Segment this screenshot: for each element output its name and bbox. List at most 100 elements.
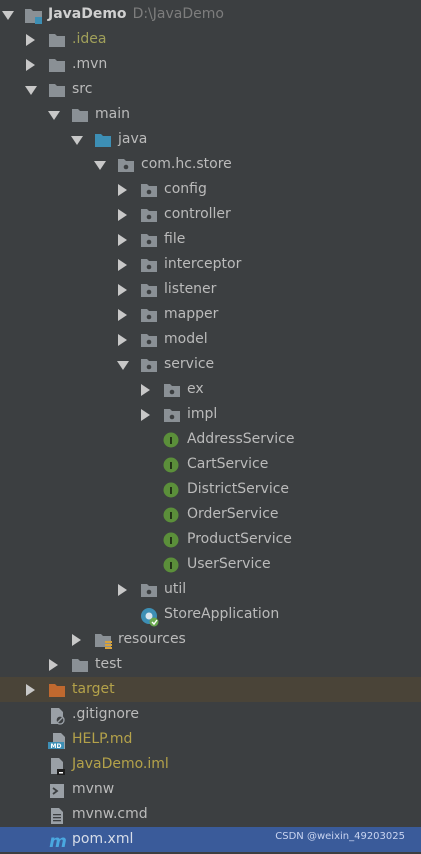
help-file-label: HELP.md [72, 731, 133, 747]
tree-row-controller[interactable]: controller [0, 202, 421, 227]
interface-label: UserService [187, 556, 271, 572]
folder-icon [71, 107, 89, 123]
tree-row-listener[interactable]: listener [0, 277, 421, 302]
chevron-right-icon[interactable] [118, 259, 127, 271]
tree-row-store-application[interactable]: StoreApplication [0, 602, 421, 627]
package-icon [140, 182, 158, 198]
project-name-text: JavaDemo [48, 6, 127, 22]
chevron-right-icon[interactable] [118, 334, 127, 346]
tree-row-interceptor[interactable]: interceptor [0, 252, 421, 277]
tree-row-mvnwcmd[interactable]: mvnw.cmd [0, 802, 421, 827]
chevron-down-icon[interactable] [117, 361, 129, 370]
pom-file-label: pom.xml [72, 831, 134, 847]
tree-row-interface[interactable]: I ProductService [0, 527, 421, 552]
package-icon [140, 332, 158, 348]
package-icon [140, 582, 158, 598]
tree-row-service[interactable]: service [0, 352, 421, 377]
svg-text:m: m [49, 832, 67, 850]
chevron-right-icon[interactable] [118, 234, 127, 246]
impl-package-label: impl [187, 406, 218, 422]
tree-row-interface[interactable]: I CartService [0, 452, 421, 477]
chevron-right-icon[interactable] [72, 634, 81, 646]
mvn-folder-label: .mvn [72, 56, 108, 72]
folder-icon [48, 57, 66, 73]
shell-script-icon [48, 782, 66, 798]
tree-row-interface[interactable]: I OrderService [0, 502, 421, 527]
util-package-label: util [164, 581, 187, 597]
maven-icon: m [48, 832, 67, 852]
package-icon [140, 257, 158, 273]
interface-icon: I [163, 482, 181, 498]
tree-row-help[interactable]: MD HELP.md [0, 727, 421, 752]
interface-badge-letter: I [169, 536, 173, 547]
tree-row-file[interactable]: file [0, 227, 421, 252]
chevron-right-icon[interactable] [49, 659, 58, 671]
mvnw-file-label: mvnw [72, 781, 115, 797]
tree-row-src[interactable]: src [0, 77, 421, 102]
tree-row-java[interactable]: java [0, 127, 421, 152]
package-label: com.hc.store [141, 156, 232, 172]
tree-row-mvn[interactable]: .mvn [0, 52, 421, 77]
package-icon [140, 282, 158, 298]
src-folder-label: src [72, 81, 93, 97]
tree-row-gitignore[interactable]: .gitignore [0, 702, 421, 727]
project-name: JavaDemo D:\JavaDemo [48, 5, 224, 24]
chevron-right-icon[interactable] [26, 34, 35, 46]
chevron-right-icon[interactable] [26, 59, 35, 71]
interface-label: OrderService [187, 506, 279, 522]
idea-folder-label: .idea [72, 31, 107, 47]
tree-row-test[interactable]: test [0, 652, 421, 677]
tree-row-config[interactable]: config [0, 177, 421, 202]
chevron-right-icon[interactable] [118, 209, 127, 221]
tree-row-idea[interactable]: .idea [0, 27, 421, 52]
package-icon [140, 232, 158, 248]
interface-badge-letter: I [169, 561, 173, 572]
tree-row-interface[interactable]: I DistrictService [0, 477, 421, 502]
tree-row-mapper[interactable]: mapper [0, 302, 421, 327]
main-folder-label: main [95, 106, 130, 122]
chevron-right-icon[interactable] [118, 184, 127, 196]
tree-row-main[interactable]: main [0, 102, 421, 127]
tree-row-interface[interactable]: I AddressService [0, 427, 421, 452]
package-icon [140, 207, 158, 223]
tree-row-ex[interactable]: ex [0, 377, 421, 402]
folder-icon [48, 32, 66, 48]
tree-row-mvnw[interactable]: mvnw [0, 777, 421, 802]
interceptor-package-label: interceptor [164, 256, 242, 272]
interface-badge-letter: I [169, 511, 173, 522]
controller-package-label: controller [164, 206, 231, 222]
tree-row-iml[interactable]: JavaDemo.iml [0, 752, 421, 777]
chevron-right-icon[interactable] [141, 409, 150, 421]
tree-row-util[interactable]: util [0, 577, 421, 602]
tree-row-project[interactable]: JavaDemo D:\JavaDemo [0, 2, 421, 27]
tree-row-impl[interactable]: impl [0, 402, 421, 427]
chevron-down-icon[interactable] [2, 11, 14, 20]
tree-row-model[interactable]: model [0, 327, 421, 352]
tree-row-pom[interactable]: m pom.xml CSDN @weixin_49203025 [0, 827, 421, 852]
interface-label: ProductService [187, 531, 292, 547]
service-package-label: service [164, 356, 215, 372]
chevron-down-icon[interactable] [48, 111, 60, 120]
package-icon [117, 157, 135, 173]
tree-row-resources[interactable]: resources [0, 627, 421, 652]
svg-text:MD: MD [51, 743, 62, 750]
chevron-right-icon[interactable] [118, 584, 127, 596]
test-folder-label: test [95, 656, 122, 672]
interface-label: DistrictService [187, 481, 290, 497]
chevron-right-icon[interactable] [26, 684, 35, 696]
tree-row-interface[interactable]: I UserService [0, 552, 421, 577]
chevron-right-icon[interactable] [118, 284, 127, 296]
resources-folder-icon [94, 632, 112, 649]
interface-icon: I [163, 557, 181, 573]
chevron-down-icon[interactable] [71, 136, 83, 145]
interface-badge-letter: I [169, 461, 173, 472]
chevron-right-icon[interactable] [118, 309, 127, 321]
ignore-file-icon [48, 707, 66, 725]
chevron-right-icon[interactable] [141, 384, 150, 396]
module-file-icon [48, 757, 66, 775]
chevron-down-icon[interactable] [25, 86, 37, 95]
chevron-down-icon[interactable] [94, 161, 106, 170]
config-package-label: config [164, 181, 207, 197]
tree-row-target[interactable]: target [0, 677, 421, 702]
tree-row-package[interactable]: com.hc.store [0, 152, 421, 177]
